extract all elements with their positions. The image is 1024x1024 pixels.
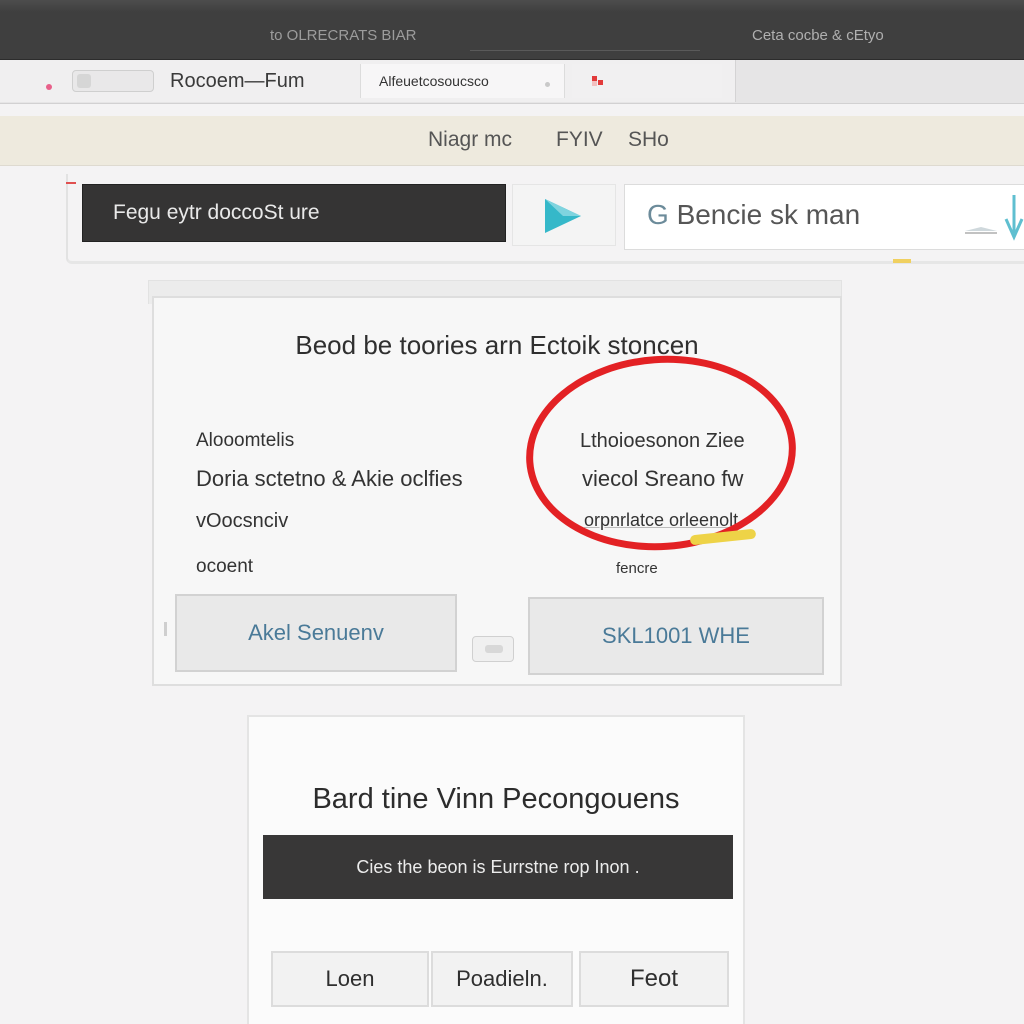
panel-dark-bar-label: Cies the beon is Eurrstne rop Inon . <box>356 857 640 877</box>
title-bar-highlight <box>0 0 1024 12</box>
search-input-prefix: G <box>647 199 669 230</box>
panel-button-feed[interactable]: Feot <box>579 951 729 1007</box>
record-dot-icon[interactable] <box>46 84 52 90</box>
search-field-dark-label: Fegu eytr doccoSt ure <box>113 201 320 224</box>
title-divider <box>470 50 700 51</box>
search-input-text: Bencie sk man <box>676 199 861 230</box>
nav-item-1[interactable]: Niagr mc <box>428 128 512 152</box>
left-field-3: vOocsnciv <box>196 510 289 532</box>
tab-1-label[interactable]: Rocoem—Fum <box>170 70 304 93</box>
left-field-1: Alooomtelis <box>196 430 295 451</box>
small-toggle-knob <box>485 645 503 653</box>
dialog-title: Beod be toories arn Ectoik stoncen <box>295 330 699 360</box>
left-field-4: ocoent <box>196 556 254 577</box>
play-button[interactable] <box>512 184 616 246</box>
tab-toggle-knob <box>77 74 91 88</box>
panel-marker <box>66 182 76 184</box>
tab-2[interactable]: Alfeuetcosoucsco <box>360 64 565 98</box>
small-toggle-button[interactable] <box>472 636 514 662</box>
card-side-marker <box>164 622 167 636</box>
nav-item-3[interactable]: SHo <box>628 128 669 152</box>
left-field-2: Doria sctetno & Akie oclfies <box>196 466 463 491</box>
window-title: to OLRECRATS BIAR <box>270 27 417 44</box>
tab-strip: Rocoem—Fum Alfeuetcosoucsco <box>0 60 1024 104</box>
bottom-panel: Bard tine Vinn Pecongouens Cies the beon… <box>247 715 745 1024</box>
chevron-down-icon[interactable] <box>963 225 999 239</box>
nav-bar: Niagr mc FYIV SHo <box>0 116 1024 166</box>
tab-toggle[interactable] <box>72 70 154 92</box>
tab-3[interactable] <box>572 64 722 98</box>
right-field-4: fencre <box>616 560 658 577</box>
play-icon <box>545 199 581 233</box>
dropdown-arrow-icon[interactable] <box>1003 193 1024 249</box>
panel-button-login[interactable]: Loen <box>271 951 429 1007</box>
send-button[interactable]: Akel Senuenv <box>175 594 457 672</box>
nav-item-2[interactable]: FYIV <box>556 128 603 152</box>
window-title-bar: to OLRECRATS BIAR Ceta cocbe & cEtyo <box>0 0 1024 60</box>
search-field-dark[interactable]: Fegu eytr doccoSt ure <box>82 184 506 242</box>
search-input-value: G Bencie sk man <box>647 199 860 231</box>
submit-button[interactable]: SKL1001 WHE <box>528 597 824 675</box>
window-title-right: Ceta cocbe & cEtyo <box>752 27 884 44</box>
panel-title: Bard tine Vinn Pecongouens <box>312 783 680 815</box>
panel-dark-bar[interactable]: Cies the beon is Eurrstne rop Inon . <box>263 835 733 899</box>
tab-close-icon[interactable] <box>545 82 550 87</box>
tab-2-label: Alfeuetcosoucsco <box>379 73 489 89</box>
highlight-mark <box>893 259 911 263</box>
flag-icon <box>592 76 604 86</box>
search-input[interactable]: G Bencie sk man <box>624 184 1024 250</box>
panel-button-publish[interactable]: Poadieln. <box>431 951 573 1007</box>
